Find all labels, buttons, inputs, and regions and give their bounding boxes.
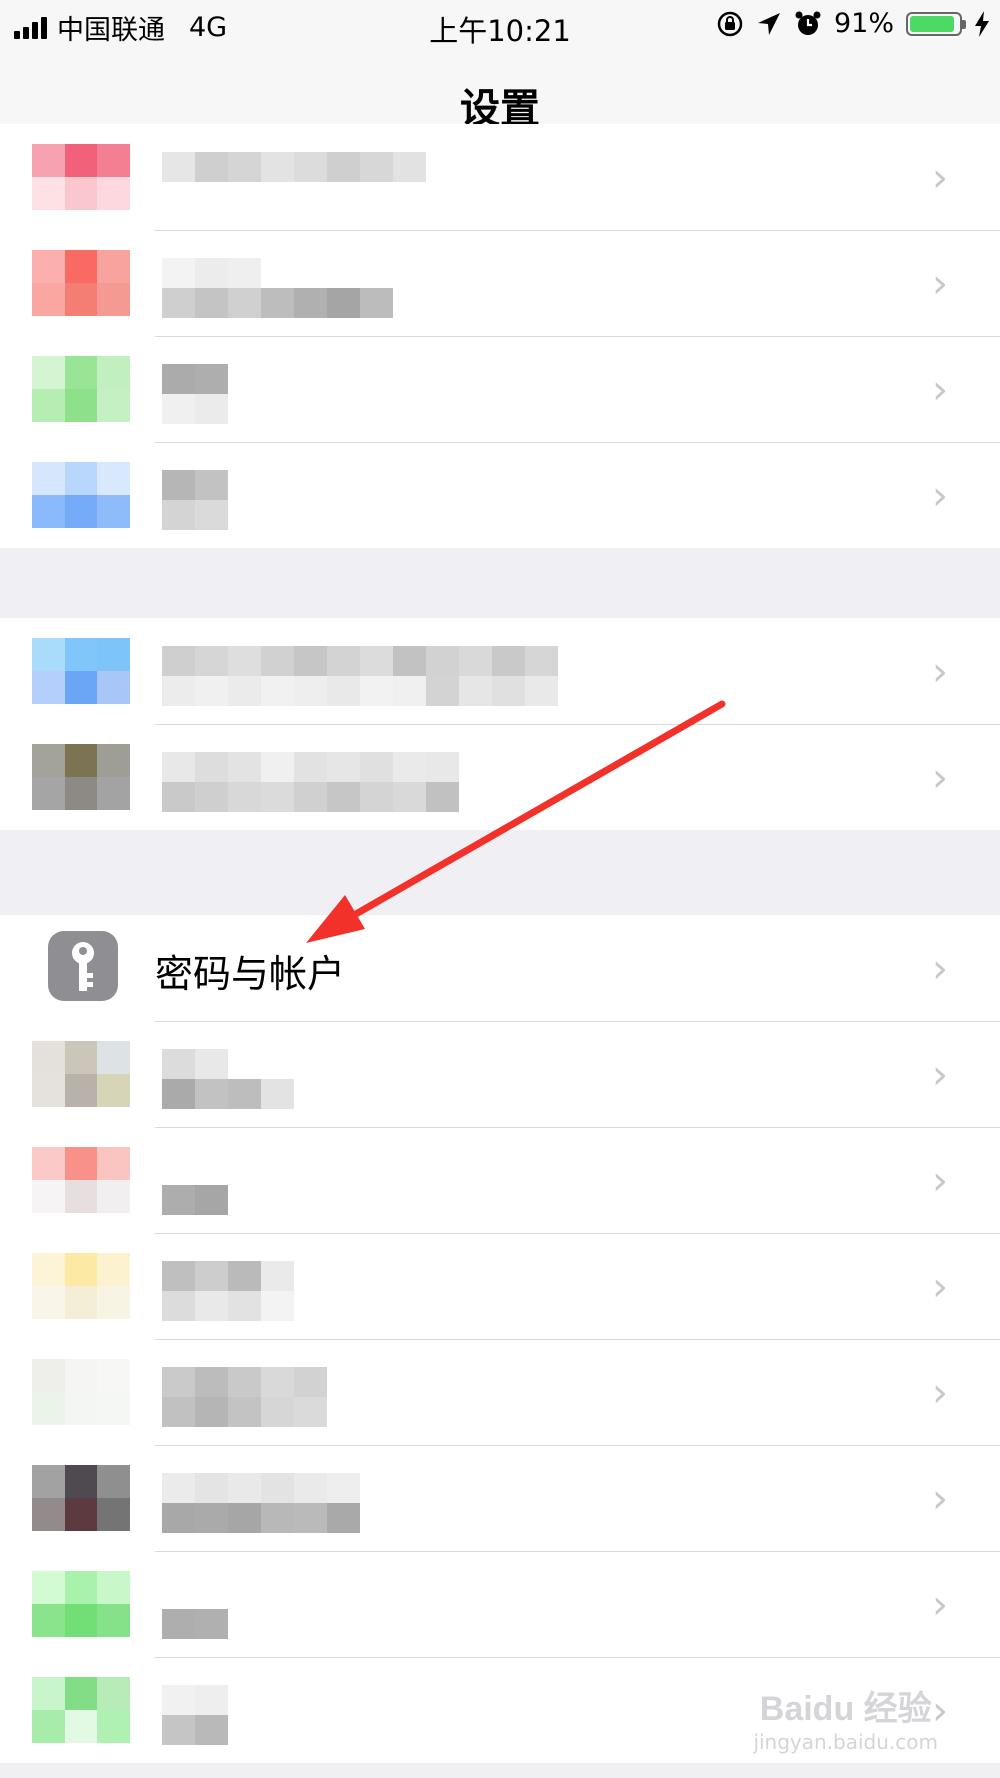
baidu-watermark: Baidu 经验 jingyan.baidu.com	[753, 1681, 938, 1754]
annotation-arrow	[306, 700, 726, 943]
watermark-logo: Baidu 经验	[759, 1690, 932, 1728]
watermark-url: jingyan.baidu.com	[753, 1730, 938, 1754]
